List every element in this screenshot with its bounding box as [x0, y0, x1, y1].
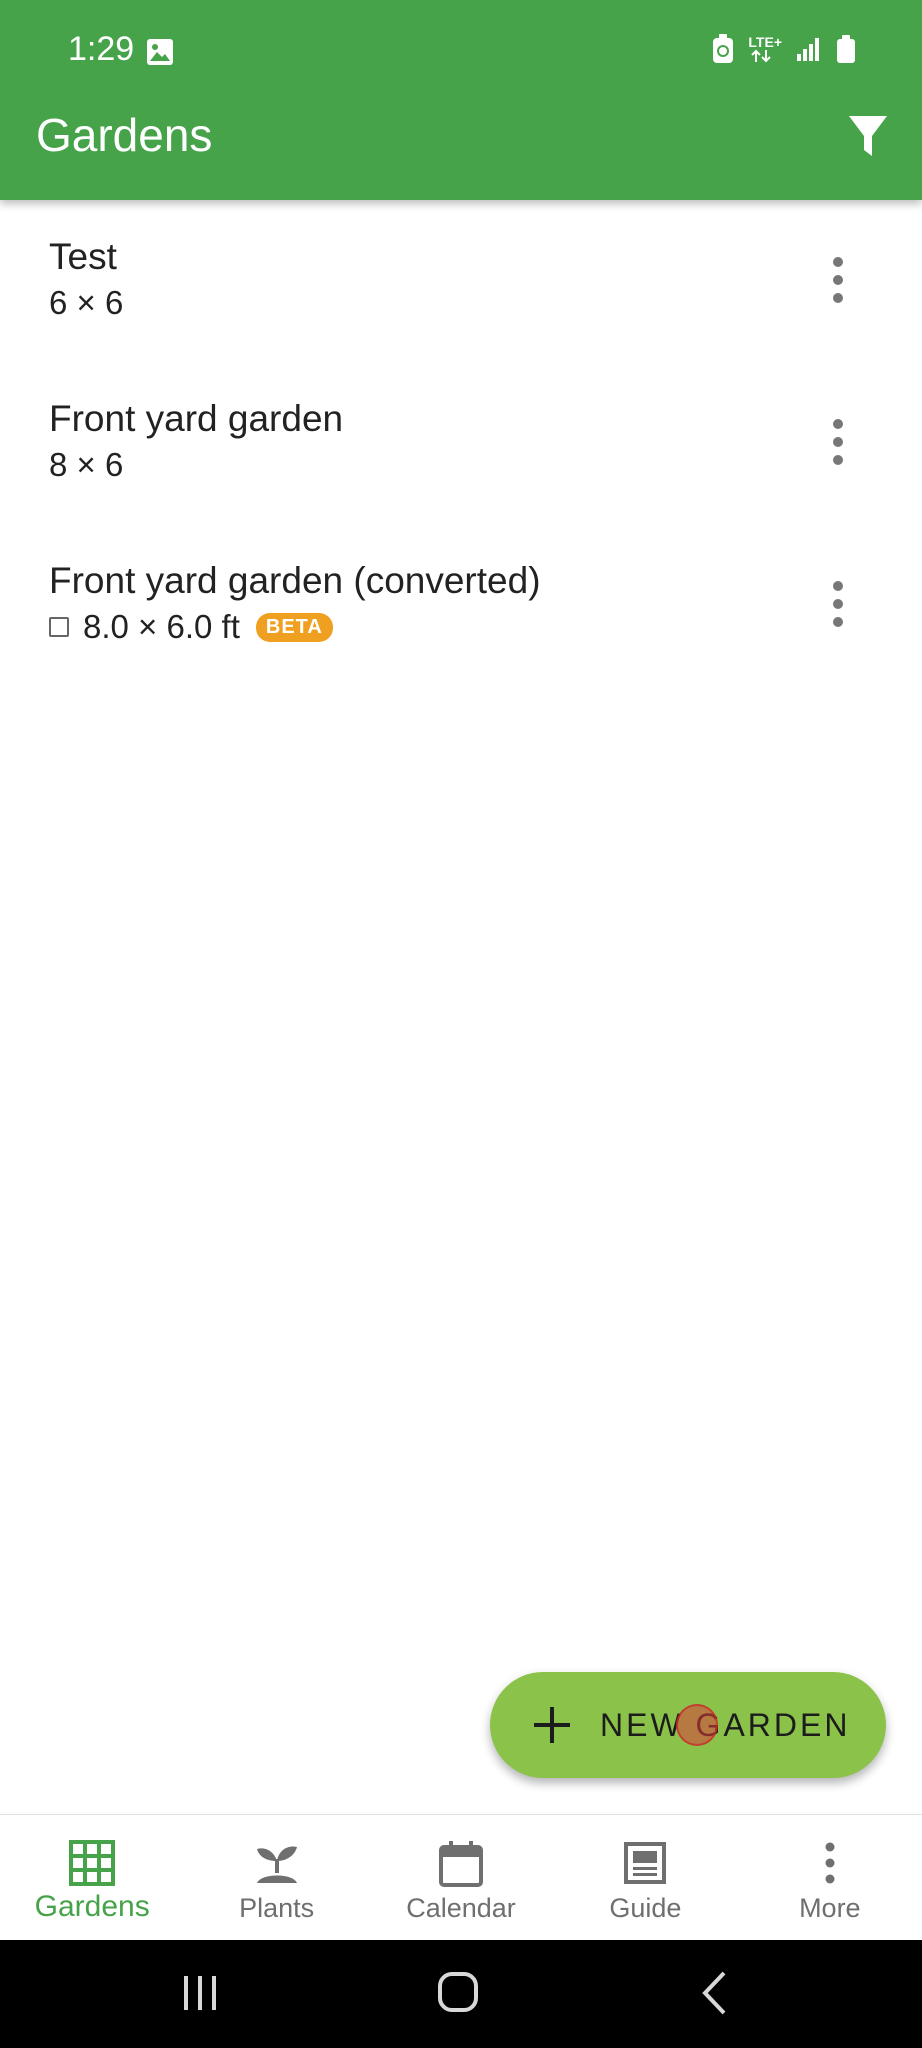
garden-overflow-menu-icon[interactable] [818, 406, 858, 478]
nav-item-plants[interactable]: Plants [184, 1815, 368, 1940]
beta-badge: BETA [255, 612, 333, 642]
garden-overflow-menu-icon[interactable] [818, 568, 858, 640]
status-icons: LTE+ [712, 34, 856, 64]
garden-name: Front yard garden [49, 398, 344, 439]
filter-icon[interactable] [848, 114, 888, 158]
page-title: Gardens [36, 109, 213, 161]
nav-item-gardens[interactable]: Gardens [0, 1815, 184, 1940]
nav-label: More [799, 1893, 861, 1923]
data-arrows-icon [751, 49, 772, 63]
nav-item-guide[interactable]: Guide [553, 1815, 737, 1940]
garden-size: 6 × 6 [49, 284, 123, 322]
gallery-icon [147, 39, 173, 65]
network-type: LTE+ [748, 34, 782, 50]
status-time: 1:29 [68, 30, 135, 68]
home-icon[interactable] [438, 1972, 478, 2012]
plus-icon [534, 1707, 570, 1743]
back-icon[interactable] [700, 1970, 730, 2016]
battery-icon [837, 35, 855, 63]
garden-name: Front yard garden (converted) [49, 560, 541, 601]
battery-saver-icon [713, 34, 734, 63]
recent-apps-icon[interactable] [182, 1974, 218, 2012]
nav-item-calendar[interactable]: Calendar [369, 1815, 553, 1940]
calendar-icon [439, 1841, 484, 1887]
nav-label: Guide [609, 1893, 682, 1923]
garden-list: Test 6 × 6 Front yard garden 8 × 6 Front… [0, 200, 922, 686]
square-icon [49, 617, 69, 637]
nav-label: Plants [239, 1893, 315, 1923]
nav-item-more[interactable]: More [738, 1815, 922, 1940]
signal-icon [797, 38, 819, 61]
garden-size: 8.0 × 6.0 ft BETA [49, 608, 333, 646]
app-bar: 1:29 LTE+ Gardens [0, 0, 922, 200]
garden-size-text: 6 × 6 [49, 284, 124, 321]
nav-label: Calendar [406, 1893, 516, 1923]
garden-list-item[interactable]: Test 6 × 6 [0, 200, 922, 362]
garden-list-item[interactable]: Front yard garden 8 × 6 [0, 362, 922, 524]
grid-icon [69, 1840, 116, 1886]
touch-indicator [676, 1704, 718, 1746]
bottom-navigation: Gardens Plants Calendar Guide More [0, 1814, 922, 1940]
network-indicator: LTE+ [748, 35, 782, 63]
garden-list-item[interactable]: Front yard garden (converted) 8.0 × 6.0 … [0, 524, 922, 686]
new-garden-label: NEW GARDEN [600, 1706, 851, 1743]
garden-size: 8 × 6 [49, 446, 123, 484]
garden-size-text: 8.0 × 6.0 ft [83, 608, 240, 645]
garden-name: Test [49, 236, 117, 277]
system-navigation-bar [0, 1940, 922, 2048]
garden-size-text: 8 × 6 [49, 446, 124, 483]
more-vert-icon [825, 1842, 835, 1884]
sprout-icon [256, 1846, 297, 1883]
nav-label: Gardens [34, 1890, 150, 1923]
guide-icon [624, 1842, 667, 1884]
garden-overflow-menu-icon[interactable] [818, 244, 858, 316]
